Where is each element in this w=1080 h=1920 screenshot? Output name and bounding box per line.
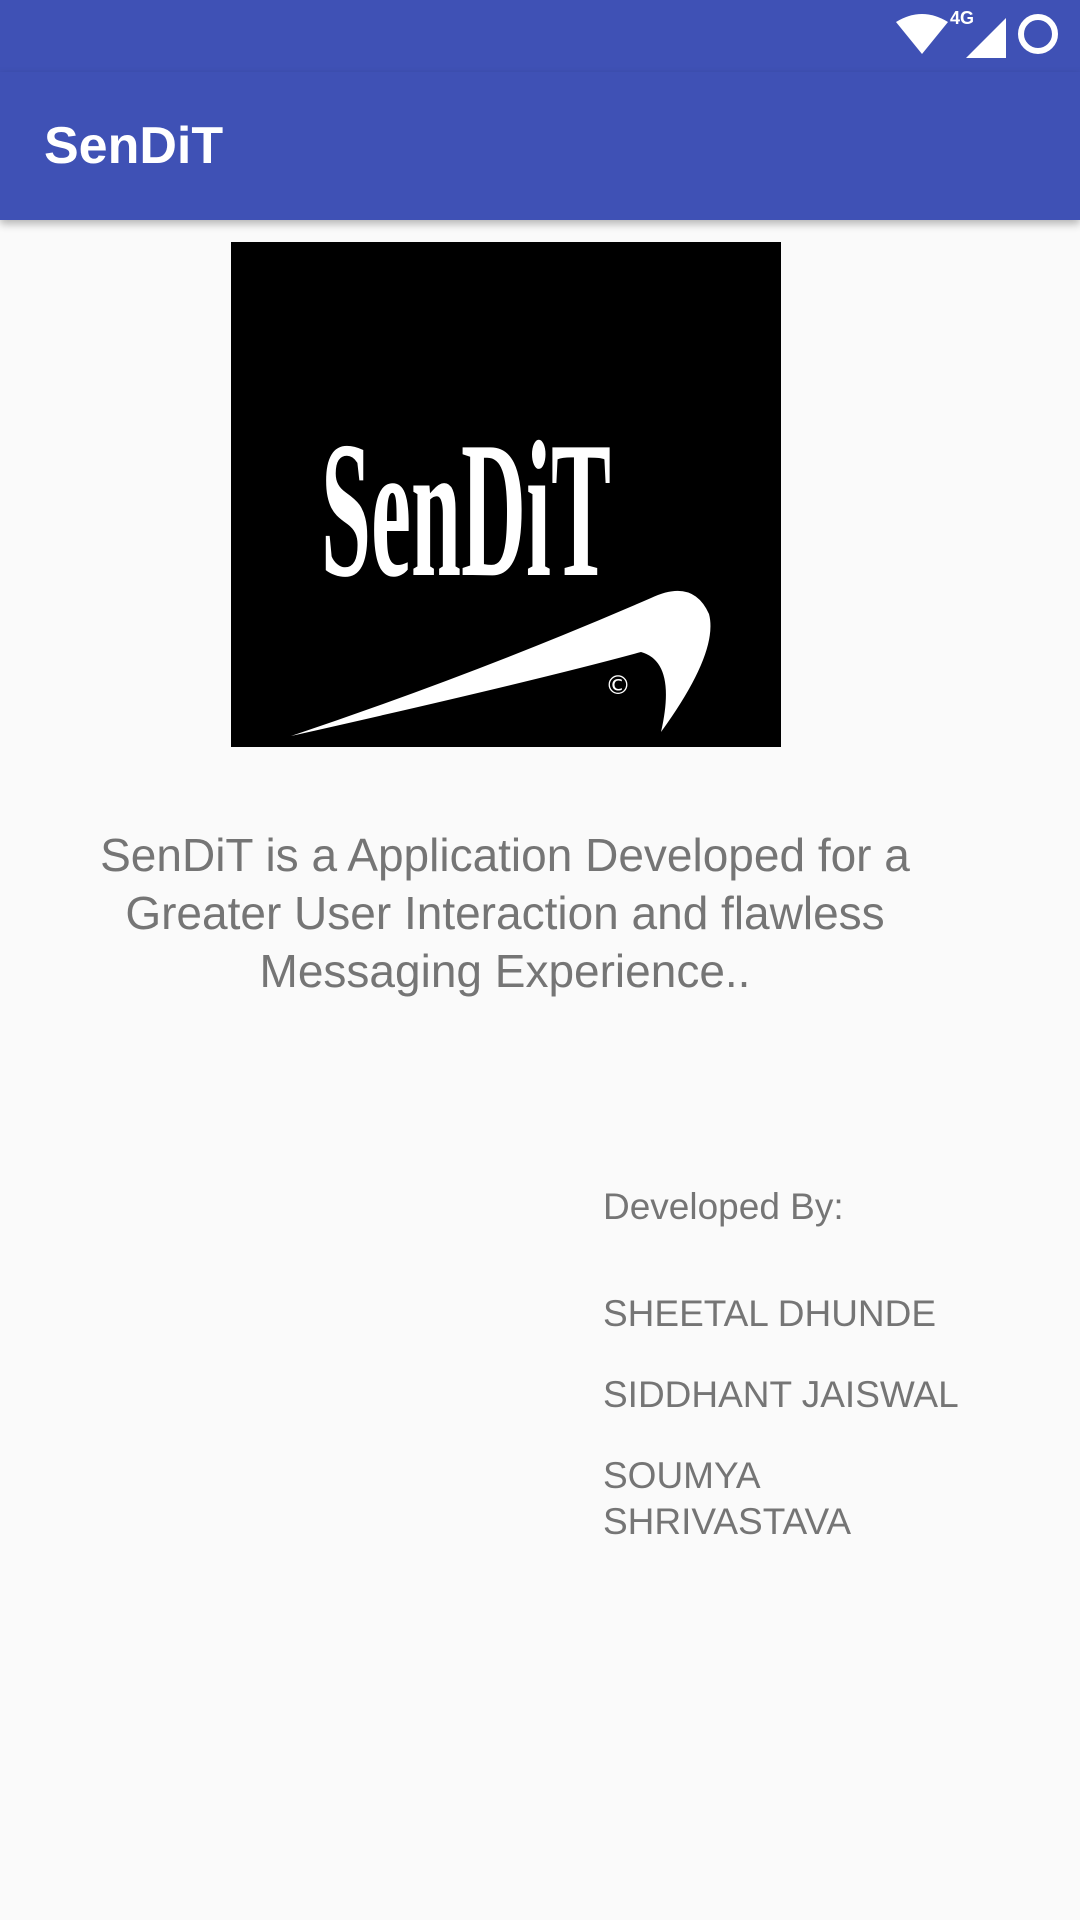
developed-by-heading: Developed By: [603, 1186, 844, 1227]
developer-name: SHEETAL DHUNDE [603, 1293, 937, 1334]
app-title: SenDiT [44, 117, 224, 175]
logo-text: SenDiT [321, 402, 611, 618]
app-bar: SenDiT [0, 72, 1080, 220]
network-type-label: 4G [950, 8, 975, 28]
wifi-icon [896, 13, 948, 59]
sendit-logo: SenDiT © [231, 242, 781, 747]
battery-icon [1016, 12, 1060, 61]
app-description: SenDiT is a Application Developed for a … [100, 829, 910, 997]
copyright-mark: © [605, 671, 631, 701]
status-icons: 4G [896, 8, 1060, 62]
developer-name: SIDDHANT JAISWAL [603, 1374, 959, 1415]
cell-signal-icon: 4G [950, 8, 1006, 58]
developer-name: SOUMYA SHRIVASTAVA [603, 1455, 852, 1542]
status-bar: 4G [0, 0, 1080, 72]
